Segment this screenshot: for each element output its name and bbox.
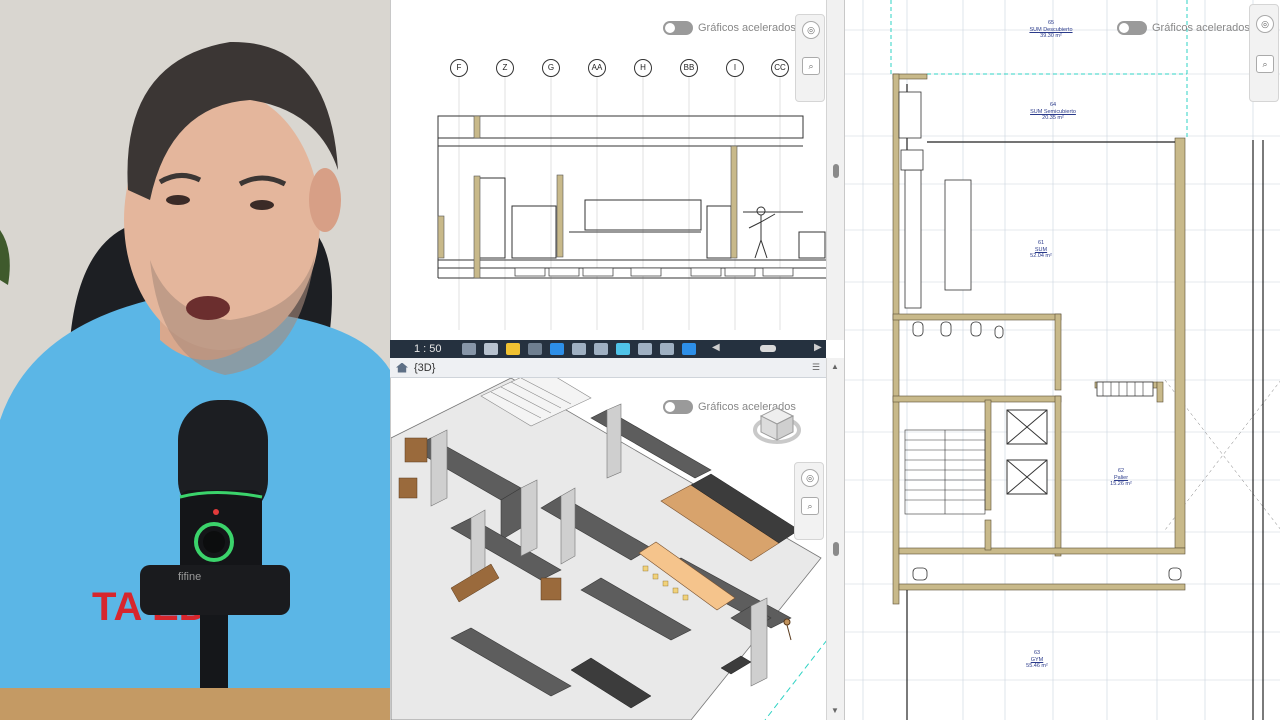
steering-wheel-icon[interactable]: ◎	[1256, 15, 1274, 33]
section-view-pane[interactable]: Gráficos acelerados ◎ ⌕ F Z G AA H BB I …	[390, 0, 826, 340]
room-area: 15.26 m²	[1110, 481, 1132, 487]
scroll-thumb[interactable]	[833, 164, 839, 178]
crop-view-icon[interactable]	[550, 343, 564, 355]
viewcube-icon[interactable]	[753, 400, 801, 448]
floor-plan-pane[interactable]: 65 SUM Descubierto 39.30 m² 64 SUM Semic…	[844, 0, 1280, 720]
toggle-switch-icon[interactable]	[1117, 21, 1147, 35]
webcam-feed: TA ED fifine	[0, 0, 390, 720]
zoom-icon[interactable]: ⌕	[801, 497, 819, 515]
worksharing-icon[interactable]	[660, 343, 674, 355]
reveal-hidden-icon[interactable]	[638, 343, 652, 355]
show-crop-region-icon[interactable]	[572, 343, 586, 355]
visual-style-icon[interactable]	[484, 343, 498, 355]
scroll-down-icon[interactable]: ▼	[831, 706, 839, 715]
scroll-left-icon[interactable]: ◀	[712, 342, 720, 353]
analytical-model-icon[interactable]	[682, 343, 696, 355]
graphics-toggle-label: Gráficos acelerados	[1152, 22, 1250, 34]
room-tag-65[interactable]: 65 SUM Descubierto 39.30 m²	[1021, 20, 1081, 40]
detail-level-icon[interactable]	[462, 343, 476, 355]
room-area: 20.35 m²	[1042, 115, 1064, 121]
section-vertical-scrollbar[interactable]	[826, 0, 844, 340]
room-tag-64[interactable]: 64 SUM Semicubierto 20.35 m²	[1021, 102, 1085, 122]
view-3d-pane[interactable]: Gráficos acelerados ◎ ⌕	[390, 378, 826, 720]
room-area: 52.04 m²	[1030, 253, 1052, 259]
scroll-thumb[interactable]	[833, 542, 839, 556]
tab-menu-icon[interactable]: ☰	[812, 362, 820, 373]
shadows-icon[interactable]	[528, 343, 542, 355]
toggle-switch-icon[interactable]	[663, 400, 693, 414]
unlock-3d-view-icon[interactable]	[594, 343, 608, 355]
section-drawing	[437, 77, 826, 330]
horizontal-scroll-thumb[interactable]	[760, 345, 776, 352]
home-icon[interactable]	[396, 362, 408, 373]
mic-brand: fifine	[178, 571, 201, 583]
presenter-image: TA ED fifine	[0, 0, 390, 720]
view-tab-label[interactable]: {3D}	[414, 362, 435, 374]
navigation-bar-3d[interactable]: ◎ ⌕	[794, 462, 824, 540]
room-tag-61[interactable]: 61 SUM 52.04 m²	[1021, 240, 1061, 260]
scroll-up-icon[interactable]: ▲	[831, 362, 839, 371]
room-tag-63[interactable]: 63 GYM 55.46 m²	[1017, 650, 1057, 670]
view-control-bar: 1 : 50 ◀ ▶	[390, 340, 826, 358]
scroll-right-icon[interactable]: ▶	[814, 342, 822, 353]
room-tag-62[interactable]: 62 Palier 15.26 m²	[1101, 468, 1141, 488]
view-scale-label[interactable]: 1 : 50	[414, 343, 454, 355]
temporary-hide-icon[interactable]	[616, 343, 630, 355]
navigation-bar-plan[interactable]: ◎ ⌕	[1249, 4, 1279, 102]
sun-path-icon[interactable]	[506, 343, 520, 355]
room-area: 39.30 m²	[1040, 33, 1062, 39]
view3d-vertical-scrollbar[interactable]: ▲ ▼	[826, 358, 844, 720]
room-area: 55.46 m²	[1026, 663, 1048, 669]
steering-wheel-icon[interactable]: ◎	[801, 469, 819, 487]
zoom-icon[interactable]: ⌕	[1256, 55, 1274, 73]
view-tab-3d[interactable]: {3D} ☰	[390, 358, 826, 378]
graphics-toggle-plan[interactable]: Gráficos acelerados	[1117, 21, 1250, 35]
